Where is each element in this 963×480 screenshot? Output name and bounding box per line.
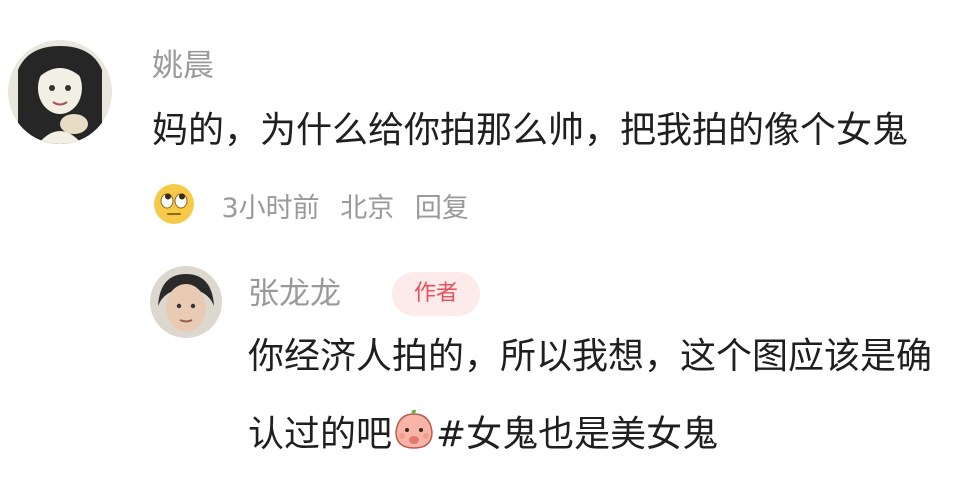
author-badge: 作者 [392, 272, 480, 316]
comment-body: 妈的，为什么给你拍那么帅，把我拍的像个女鬼 [152, 110, 909, 151]
comment-text: 妈的，为什么给你拍那么帅，把我拍的像个女鬼 3小时前 北京 回复 [152, 92, 952, 248]
comment-time: 3小时前 [221, 193, 320, 224]
comment-author[interactable]: 张龙龙 [248, 274, 341, 314]
reply-button[interactable]: 回复 [415, 193, 469, 224]
comment-text: 你经济人拍的，所以我想，这个图应该是确认过的吧 #女鬼也是美女鬼 [248, 318, 960, 474]
comment-meta: 3小时前 北京 回复 [221, 193, 480, 224]
eye-roll-emoji-icon [152, 176, 196, 224]
avatar[interactable] [150, 266, 222, 338]
peach-face-emoji-icon [392, 402, 436, 449]
comment-item: 姚晨 妈的，为什么给你拍那么帅，把我拍的像个女鬼 3小时前 北京 回复 [0, 0, 963, 240]
comment-location: 北京 [340, 193, 395, 224]
hashtag-link[interactable]: #女鬼也是美女鬼 [436, 414, 718, 455]
comment-author[interactable]: 姚晨 [152, 46, 214, 86]
avatar[interactable] [8, 40, 112, 144]
